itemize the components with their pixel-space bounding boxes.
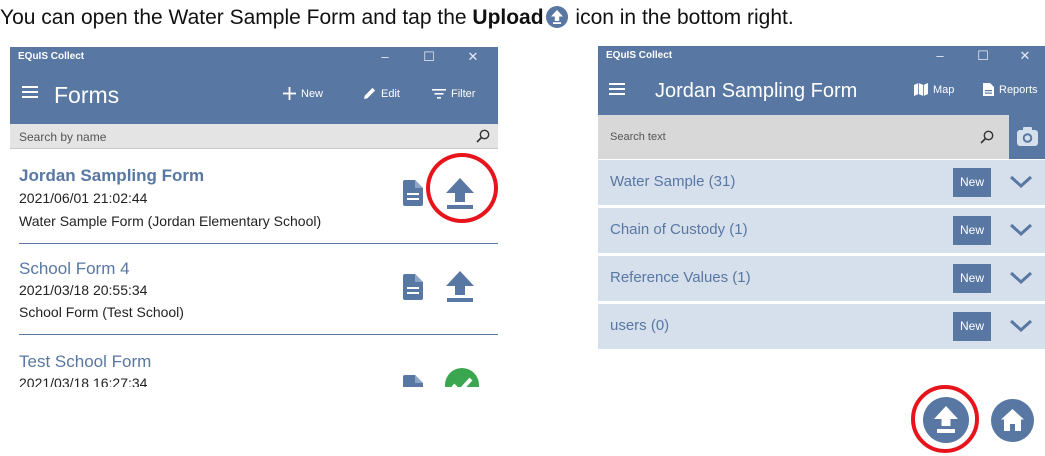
document-icon[interactable]: [403, 180, 423, 206]
form-date: 2021/06/01 21:02:44: [19, 190, 148, 206]
page-title: Jordan Sampling Form: [655, 80, 858, 102]
new-record-button[interactable]: New: [953, 264, 991, 293]
page-title: Forms: [54, 82, 120, 108]
home-icon: [1001, 409, 1024, 431]
map-button[interactable]: Map: [914, 82, 954, 98]
search-input[interactable]: [598, 115, 978, 159]
section-row[interactable]: Reference Values (1) New: [598, 256, 1045, 301]
search-icon[interactable]: [980, 130, 994, 144]
form-date: 2021/03/18 16:27:34: [19, 375, 148, 387]
new-label: New: [301, 88, 324, 100]
minimize-button[interactable]: –: [920, 46, 960, 66]
reports-button[interactable]: Reports: [983, 82, 1038, 98]
search-input[interactable]: [10, 124, 470, 149]
pencil-icon: [364, 87, 376, 99]
edit-label: Edit: [381, 88, 400, 100]
map-icon: [914, 83, 928, 96]
form-description: Water Sample Form (Jordan Elementary Sch…: [19, 213, 322, 229]
form-detail-window: EQuIS Collect – ☐ ✕ Jordan Sampling Form…: [598, 46, 1045, 366]
camera-button[interactable]: [1009, 115, 1045, 159]
new-record-button[interactable]: New: [953, 216, 991, 245]
filter-button[interactable]: Filter: [432, 86, 475, 102]
section-row[interactable]: users (0) New: [598, 304, 1045, 349]
section-row[interactable]: Chain of Custody (1) New: [598, 208, 1045, 253]
filter-label: Filter: [451, 88, 476, 100]
document-icon[interactable]: [403, 274, 423, 300]
camera-icon: [1017, 127, 1038, 146]
search-icon[interactable]: [476, 129, 490, 143]
form-description: School Form (Test School): [19, 304, 184, 320]
form-name: Jordan Sampling Form: [19, 166, 205, 185]
maximize-button[interactable]: ☐: [409, 47, 449, 67]
upload-icon: [545, 6, 568, 28]
checkmark-icon: [445, 368, 479, 387]
chevron-down-icon[interactable]: [1009, 271, 1033, 285]
instruction-caption: You can open the Water Sample Form and t…: [0, 3, 1045, 33]
edit-button[interactable]: Edit: [363, 86, 400, 102]
section-label: Water Sample (31): [610, 173, 736, 190]
app-bar: Forms New Edit Filter: [10, 67, 498, 124]
close-button[interactable]: ✕: [453, 47, 493, 67]
caption-text-start: You can open the Water Sample Form and t…: [0, 6, 473, 29]
hamburger-icon[interactable]: [609, 83, 625, 95]
upload-icon[interactable]: [446, 271, 474, 303]
home-fab-button[interactable]: [991, 399, 1034, 442]
window-titlebar: EQuIS Collect – ☐ ✕: [598, 46, 1045, 66]
window-title: EQuIS Collect: [606, 50, 673, 61]
maximize-button[interactable]: ☐: [963, 46, 1003, 66]
form-name: School Form 4: [19, 259, 130, 278]
section-label: Reference Values (1): [610, 269, 751, 286]
map-label: Map: [933, 84, 955, 96]
caption-upload-word: Upload: [472, 6, 544, 29]
new-record-button[interactable]: New: [953, 168, 991, 197]
section-label: Chain of Custody (1): [610, 221, 748, 238]
search-bar: [10, 124, 498, 149]
document-icon[interactable]: [403, 375, 423, 387]
app-bar: Jordan Sampling Form Map Reports: [598, 66, 1045, 115]
chevron-down-icon[interactable]: [1009, 175, 1033, 189]
list-item[interactable]: School Form 4 2021/03/18 20:55:34 School…: [10, 244, 498, 334]
chevron-down-icon[interactable]: [1009, 223, 1033, 237]
filter-icon: [432, 89, 446, 99]
minimize-button[interactable]: –: [365, 47, 405, 67]
plus-icon: [283, 87, 296, 100]
section-label: users (0): [610, 317, 670, 334]
hamburger-icon[interactable]: [22, 86, 38, 98]
window-titlebar: EQuIS Collect – ☐ ✕: [10, 47, 498, 67]
chevron-down-icon[interactable]: [1009, 319, 1033, 333]
upload-icon: [934, 406, 958, 433]
new-record-button[interactable]: New: [953, 312, 991, 341]
upload-icon[interactable]: [446, 178, 474, 210]
upload-fab-button[interactable]: [923, 397, 969, 443]
list-item[interactable]: Test School Form 2021/03/18 16:27:34: [10, 335, 498, 387]
window-title: EQuIS Collect: [18, 51, 85, 62]
caption-text-end: icon in the bottom right.: [569, 6, 794, 29]
form-name: Test School Form: [19, 352, 152, 371]
close-button[interactable]: ✕: [1005, 46, 1045, 66]
forms-window: EQuIS Collect – ☐ ✕ Forms New Edit Filte…: [10, 47, 498, 387]
list-item[interactable]: Jordan Sampling Form 2021/06/01 21:02:44…: [10, 149, 498, 243]
new-button[interactable]: New: [283, 86, 323, 102]
form-date: 2021/03/18 20:55:34: [19, 282, 148, 298]
section-row[interactable]: Water Sample (31) New: [598, 160, 1045, 205]
reports-label: Reports: [999, 84, 1038, 96]
search-bar: [598, 115, 1045, 159]
reports-icon: [983, 83, 994, 96]
